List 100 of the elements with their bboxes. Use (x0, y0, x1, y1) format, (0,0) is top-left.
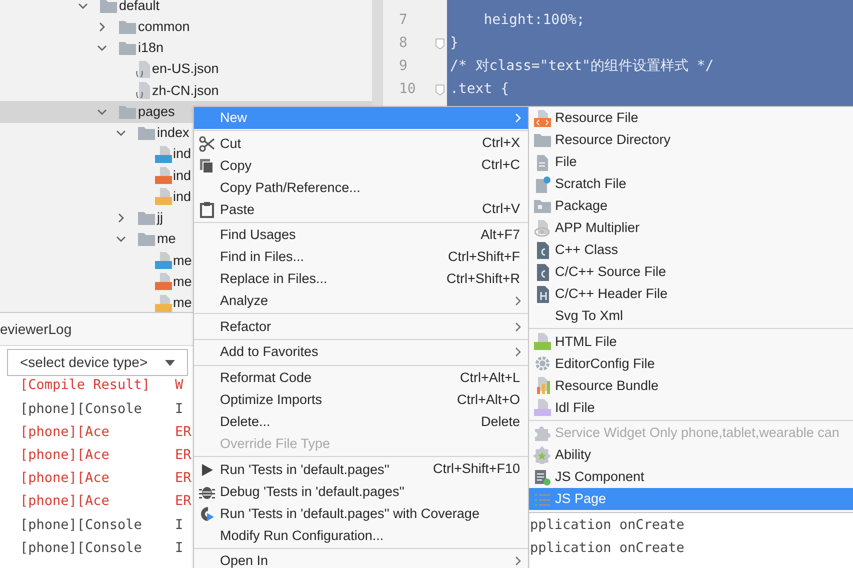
folder-icon (119, 20, 136, 34)
folder-icon (138, 126, 155, 140)
log-level: W (175, 376, 184, 396)
menu-item[interactable]: Ability (529, 444, 853, 466)
log-message: pplication onCreate (530, 538, 684, 558)
tree-item-label[interactable]: me (173, 250, 192, 271)
folder-icon (100, 0, 117, 13)
menu-item[interactable]: Modify Run Configuration... (194, 524, 528, 547)
log-level: I (175, 516, 184, 535)
log-level: I (175, 400, 184, 419)
menu-item[interactable]: HTML File (529, 330, 853, 353)
menu-item[interactable]: File (529, 151, 853, 173)
log-source: [Compile Result] (20, 376, 152, 396)
line-number: 9 (399, 57, 408, 76)
menu-item[interactable]: C++ Class (529, 239, 853, 261)
menu-item[interactable]: Idl File (529, 396, 853, 419)
menu-item[interactable]: Copy Ctrl+C (194, 154, 528, 177)
css-file-icon (155, 252, 172, 270)
menu-item[interactable]: Resource File (529, 107, 853, 129)
menu-item[interactable]: Debug 'Tests in 'default.pages'' (194, 480, 528, 503)
menu-item[interactable]: Copy Path/Reference... (194, 176, 528, 199)
menu-item[interactable]: EditorConfig File (529, 352, 853, 375)
tree-item-label[interactable]: zh-CN.json (152, 80, 219, 101)
log-source: [phone][Ace (20, 492, 110, 512)
folder-icon (534, 133, 550, 147)
tree-item-label[interactable]: common (138, 16, 190, 37)
dropdown-caret-icon (165, 360, 175, 366)
html-file-icon (534, 333, 550, 350)
tree-item-label[interactable]: pages (138, 102, 175, 122)
tree-item-label[interactable]: index (157, 123, 190, 144)
menu-item[interactable]: JS Component (529, 466, 853, 488)
tree-item-label[interactable]: me (157, 229, 176, 250)
folder-icon (138, 232, 155, 246)
menu-item[interactable]: Cut Ctrl+X (194, 132, 528, 155)
json-file-icon (136, 82, 151, 100)
device-select[interactable]: <select device type> (7, 349, 188, 376)
panel-title: eviewerLog (0, 320, 72, 339)
menu-item[interactable]: APP Multiplier (529, 217, 853, 239)
tree-item-label[interactable]: ind (173, 144, 192, 164)
coverage-run-icon (199, 506, 215, 522)
json-file-icon (136, 60, 151, 78)
menu-item[interactable]: Refactor (194, 316, 528, 338)
line-number: 8 (399, 34, 408, 53)
tree-item-label[interactable]: i18n (138, 38, 164, 58)
html-file-icon (155, 167, 172, 184)
menu-item[interactable]: Run 'Tests in 'default.pages'' Ctrl+Shift+F10 (194, 458, 528, 481)
tree-item-label[interactable]: ind (173, 186, 192, 207)
log-level: ER (175, 446, 192, 466)
tree-item-label[interactable]: me (173, 293, 192, 312)
clipboard-icon (199, 202, 215, 218)
badge-star-icon (533, 446, 551, 464)
log-level: I (175, 538, 184, 558)
line-number: 10 (399, 80, 416, 99)
component-icon (534, 468, 550, 486)
code-line: } (450, 34, 458, 53)
copy-icon (199, 158, 215, 174)
menu-item[interactable]: Find in Files... Ctrl+Shift+F (194, 246, 528, 268)
resource-file-icon (534, 110, 550, 126)
menu-item[interactable]: Analyze (194, 290, 528, 312)
log-source: [phone][Ace (20, 469, 110, 488)
log-source: [phone][Console (20, 538, 143, 558)
log-source: [phone][Ace (20, 446, 110, 466)
menu-item[interactable]: C/C++ Source File (529, 261, 853, 283)
menu-item[interactable]: Resource Bundle (529, 374, 853, 397)
menu-item[interactable]: Svg To Xml (529, 305, 853, 327)
menu-item[interactable]: Resource Directory (529, 129, 853, 151)
css-file-icon (155, 146, 172, 163)
menu-item[interactable]: Replace in Files... Ctrl+Shift+R (194, 268, 528, 290)
gear-icon (534, 355, 550, 372)
code-line: height:100%; (482, 11, 585, 30)
menu-item[interactable]: Optimize Imports Ctrl+Alt+O (194, 388, 528, 411)
idl-file-icon (534, 399, 550, 416)
log-level: ER (175, 469, 192, 488)
package-icon (534, 199, 550, 213)
code-line: .text { (450, 80, 510, 99)
folder-icon (119, 41, 136, 56)
menu-item[interactable]: Delete... Delete (194, 410, 528, 433)
tree-item-label[interactable]: default (119, 0, 160, 16)
scissors-icon (199, 136, 215, 152)
menu-item[interactable]: Paste Ctrl+V (194, 198, 528, 221)
menu-item[interactable]: Add to Favorites (194, 341, 528, 364)
scratch-file-icon (534, 176, 550, 192)
tree-item-label[interactable]: me (173, 272, 192, 292)
folder-icon (119, 104, 136, 119)
tree-item-label[interactable]: en-US.json (152, 59, 219, 80)
menu-item[interactable]: Scratch File (529, 173, 853, 195)
log-source: [phone][Ace (20, 422, 110, 442)
menu-item[interactable]: Open In (194, 550, 528, 568)
menu-item[interactable]: Package (529, 195, 853, 217)
log-message: pplication onCreate (530, 516, 684, 535)
tree-item-label[interactable]: jj (157, 208, 163, 228)
tree-item-label[interactable]: ind (173, 166, 192, 186)
menu-item[interactable]: Run 'Tests in 'default.pages'' with Coverage (194, 502, 528, 525)
log-source: [phone][Console (20, 516, 143, 535)
line-number: 7 (399, 11, 408, 30)
menu-item[interactable]: Find Usages Alt+F7 (194, 224, 528, 246)
menu-item[interactable]: Reformat Code Ctrl+Alt+L (194, 366, 528, 389)
code-line: /* 对class="text"的组件设置样式 */ (450, 57, 714, 76)
menu-item[interactable]: C/C++ Header File (529, 283, 853, 305)
folder-icon (138, 211, 155, 226)
